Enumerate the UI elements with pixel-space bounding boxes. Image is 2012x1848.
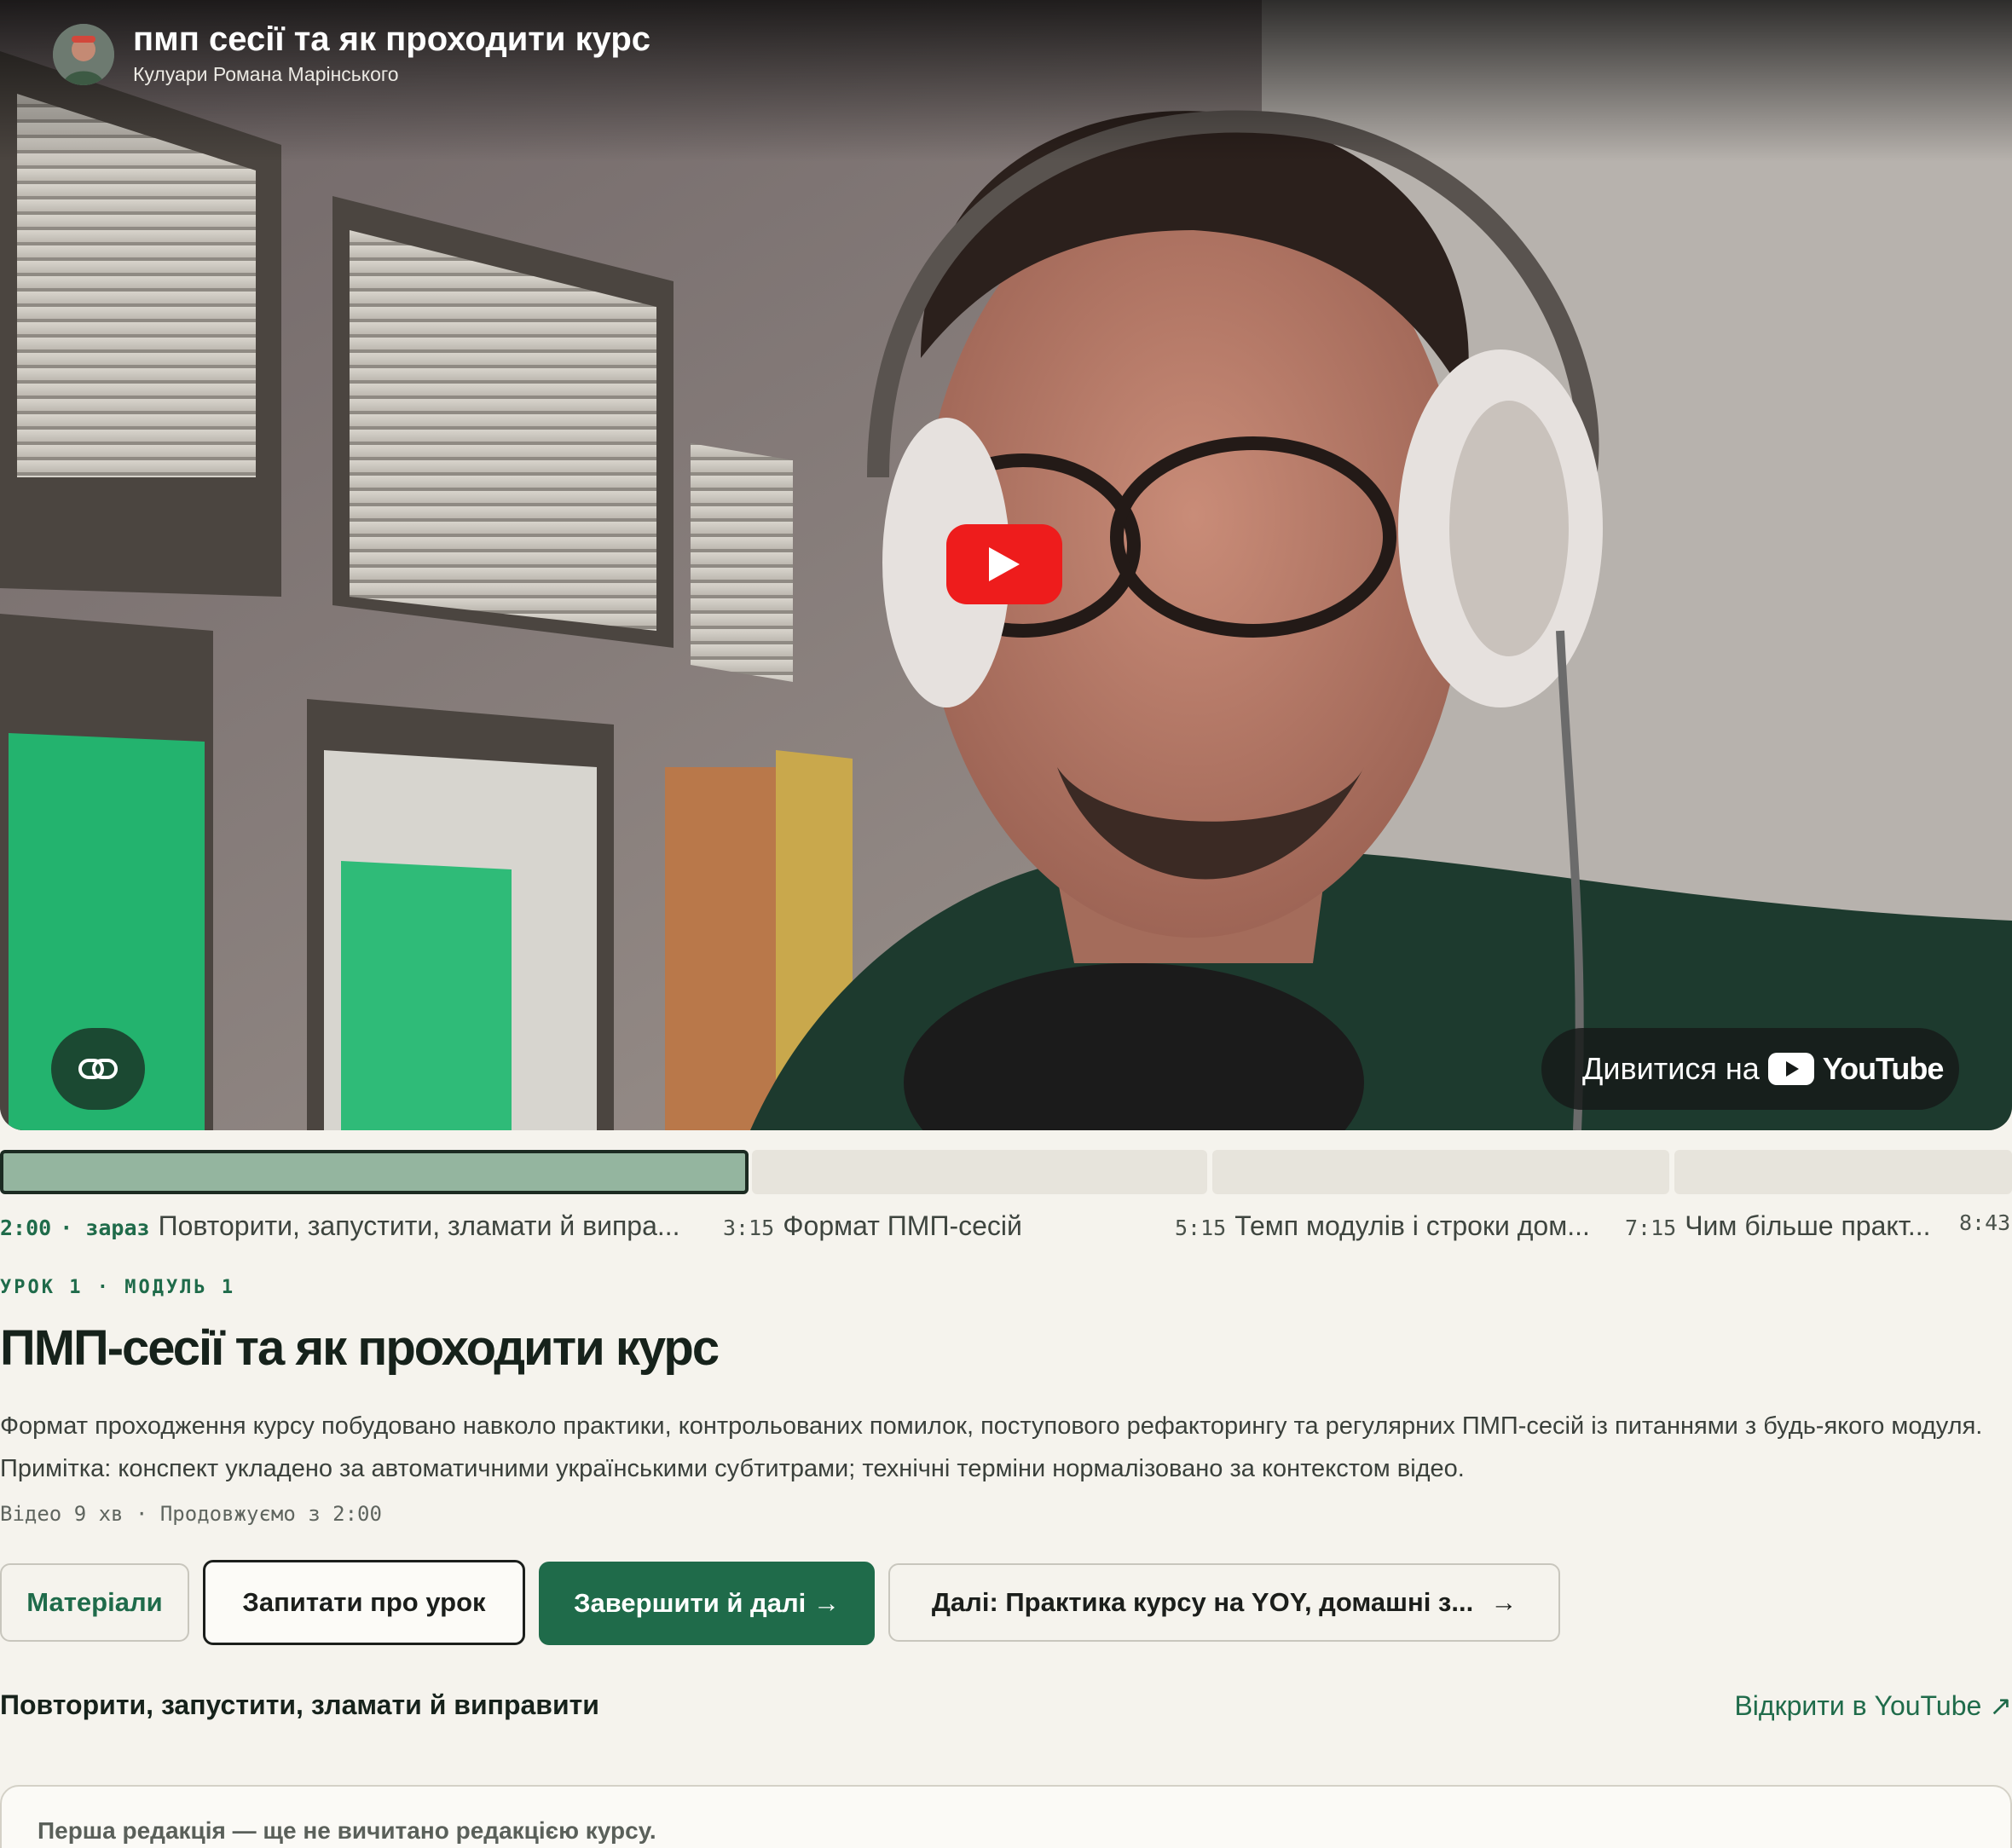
chapter-item-3[interactable]: 5:15 Темп модулів і строки дом... [1175,1210,1590,1242]
lesson-eyebrow: УРОК 1 · МОДУЛЬ 1 [0,1277,236,1298]
ask-about-lesson-button[interactable]: Запитати про урок [203,1560,525,1645]
next-lesson-button[interactable]: Далі: Практика курсу на YOY, домашні з..… [888,1563,1560,1642]
next-lesson-label: Далі: Практика курсу на YOY, домашні з..… [931,1587,1474,1617]
complete-and-next-button[interactable]: Завершити й далі → [539,1562,875,1645]
arrow-right-icon: → [1490,1587,1518,1617]
youtube-logo-icon [1767,1053,1814,1085]
video-player[interactable]: пмп сесії та як проходити курс Кулуари Р… [0,0,2012,1130]
watch-on-youtube-button[interactable]: Дивитися на YouTube [1541,1028,1959,1110]
chapter-time: 5:15 [1175,1216,1227,1240]
chapter-list: 2:00 · зараз Повторити, запустити, злама… [0,1210,2012,1248]
timeline-segment-2[interactable] [752,1150,1207,1194]
avatar-image [53,24,114,85]
timeline-segment-1[interactable] [0,1150,749,1194]
channel-avatar[interactable] [53,24,114,85]
timeline-segment-3[interactable] [1212,1150,1669,1194]
chapter-item-1[interactable]: 2:00 · зараз Повторити, запустити, злама… [0,1210,680,1242]
channel-name[interactable]: Кулуари Романа Марінського [133,63,399,86]
link-icon [78,1059,118,1079]
chapter-item-5[interactable]: 8:43 [1959,1210,2010,1235]
play-button[interactable] [946,524,1062,604]
chapter-time: 8:43 [1959,1210,2011,1235]
copy-link-button[interactable] [51,1028,145,1110]
lesson-meta: Відео 9 хв · Продовжуємо з 2:00 [0,1502,382,1526]
lesson-description: Формат проходження курсу побудовано навк… [0,1412,1983,1482]
now-badge: · зараз [60,1216,150,1240]
chapter-time: 3:15 [723,1216,775,1240]
chapter-item-2[interactable]: 3:15 Формат ПМП-сесій [723,1210,1022,1242]
chapter-item-4[interactable]: 7:15 Чим більше практ... [1625,1210,1931,1242]
watch-on-label: Дивитися на [1582,1051,1760,1086]
current-chapter-heading: Повторити, запустити, зламати й виправит… [0,1689,599,1720]
open-in-youtube-link[interactable]: Відкрити в YouTube ↗ [1734,1689,2012,1722]
materials-button[interactable]: Матеріали [0,1563,189,1642]
chapter-title: Чим більше практ... [1685,1210,1931,1241]
timeline-segment-4[interactable] [1674,1150,2012,1194]
play-icon [989,547,1020,581]
chapter-title: Темп модулів і строки дом... [1234,1210,1590,1241]
chapter-title: Формат ПМП-сесій [783,1210,1022,1241]
chapter-time: 2:00 [0,1216,52,1240]
chapter-timeline[interactable] [0,1150,2012,1194]
youtube-wordmark: YouTube [1822,1051,1945,1086]
lesson-title: ПМП-сесії та як проходити курс [0,1320,720,1376]
draft-notice-text: Перша редакція — ще не вичитано редакціє… [38,1817,656,1844]
video-title[interactable]: пмп сесії та як проходити курс [133,20,650,59]
chapter-time: 7:15 [1625,1216,1677,1240]
chapter-title: Повторити, запустити, зламати й випра... [158,1210,680,1241]
draft-notice-card: Перша редакція — ще не вичитано редакціє… [0,1785,2012,1848]
